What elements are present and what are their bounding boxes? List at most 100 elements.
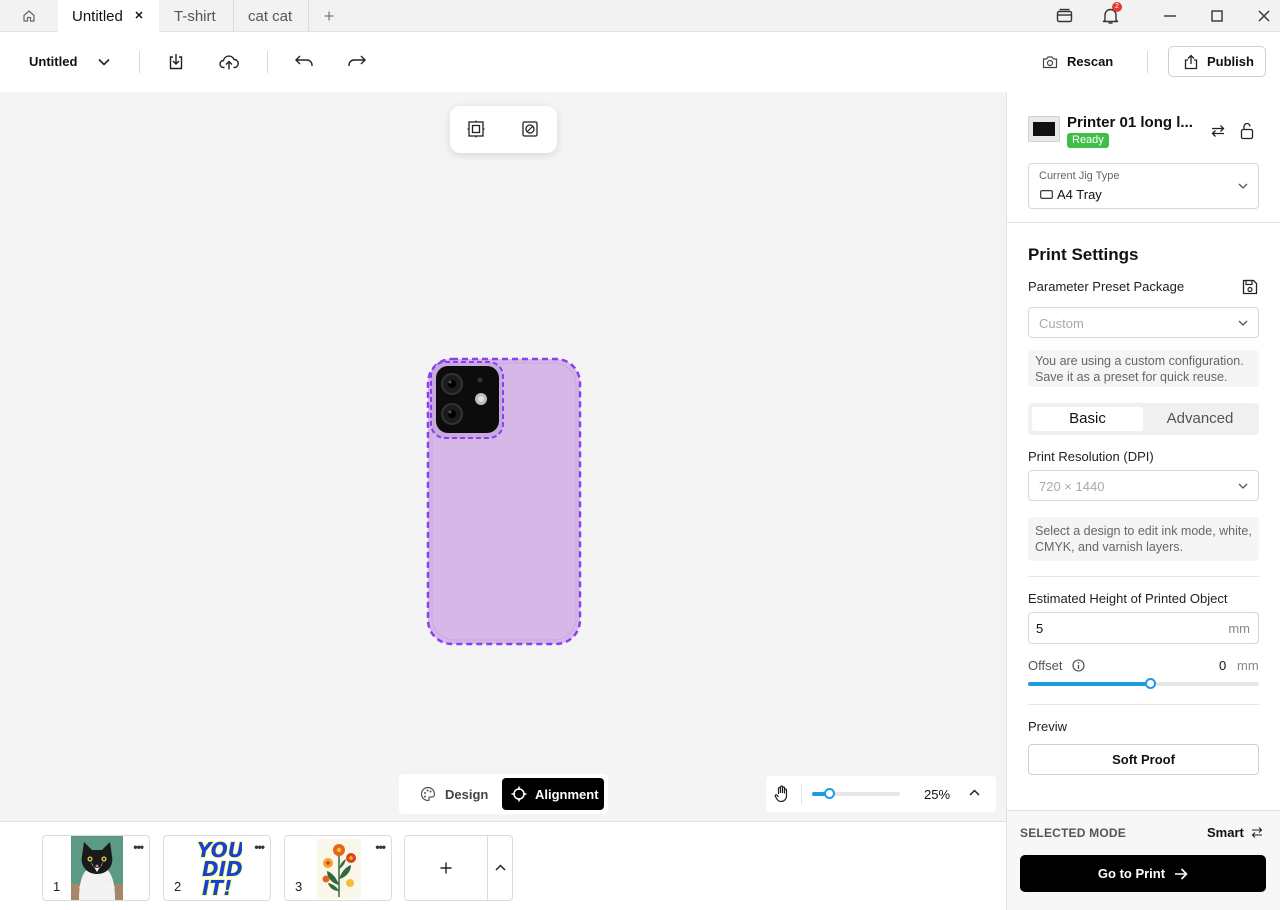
notification-button[interactable]: 2 <box>1102 2 1122 25</box>
svg-text:IT!: IT! <box>202 876 232 900</box>
share-icon <box>1184 54 1198 70</box>
cloud-upload-icon <box>219 54 239 70</box>
zoom-bar: 25% <box>766 776 996 812</box>
tab-basic[interactable]: Basic <box>1032 407 1143 431</box>
window-layout-icon[interactable] <box>1056 8 1073 24</box>
alignment-mode-button[interactable]: Alignment <box>502 778 604 810</box>
canvas-area[interactable]: Design Alignment 25% <box>0 92 1006 821</box>
phone-case-object[interactable] <box>426 357 582 646</box>
tab-divider <box>308 0 309 32</box>
toolbar-divider <box>267 51 268 73</box>
mode-selector[interactable]: Smart <box>1207 825 1263 840</box>
printer-thumbnail <box>1028 116 1060 142</box>
overlay-view-icon[interactable] <box>521 120 539 138</box>
preset-select[interactable]: Custom <box>1028 307 1259 338</box>
flower-illustration-image <box>317 839 361 899</box>
toolbar-divider <box>139 51 140 73</box>
preset-label: Parameter Preset Package <box>1028 279 1185 294</box>
download-icon <box>168 53 184 70</box>
selected-mode-value: Smart <box>1207 825 1244 840</box>
settings-tabs: Basic Advanced <box>1028 403 1259 435</box>
tab-bar: Untitled T-shirt cat cat 2 <box>0 0 1280 33</box>
resolution-select[interactable]: 720 × 1440 <box>1028 470 1259 501</box>
alignment-mode-label: Alignment <box>535 786 599 802</box>
minimize-button[interactable] <box>1164 15 1176 17</box>
project-name: Untitled <box>29 54 78 69</box>
minimize-icon <box>1164 15 1176 17</box>
hand-tool-icon[interactable] <box>774 785 790 803</box>
add-design-button[interactable] <box>440 862 452 874</box>
soft-proof-button[interactable]: Soft Proof <box>1028 744 1259 775</box>
new-tab-button[interactable] <box>318 0 340 32</box>
design-mode-button[interactable]: Design <box>420 786 488 802</box>
status-badge: Ready <box>1067 133 1109 148</box>
offset-slider[interactable] <box>1028 678 1259 689</box>
jig-type-label: Current Jig Type <box>1039 170 1120 182</box>
save-preset-icon[interactable] <box>1242 279 1258 295</box>
download-button[interactable] <box>168 53 184 70</box>
project-name-dropdown[interactable]: Untitled <box>29 54 110 69</box>
jig-type-select[interactable]: Current Jig Type A4 Tray <box>1028 163 1259 209</box>
tab-untitled[interactable]: Untitled <box>58 0 159 33</box>
info-icon[interactable] <box>1072 659 1085 672</box>
height-input[interactable]: 5 mm <box>1028 612 1259 644</box>
design-thumbnail-2[interactable]: YOU DID IT! ••• 2 <box>163 835 271 901</box>
zoom-value: 25% <box>924 787 951 802</box>
window-close-button[interactable] <box>1258 10 1270 22</box>
design-thumbnail-1[interactable]: ••• 1 <box>42 835 150 901</box>
preview-label: Previw <box>1028 719 1068 734</box>
more-icon[interactable]: ••• <box>254 840 265 854</box>
zoom-slider[interactable] <box>812 788 900 799</box>
ink-note: Select a design to edit ink mode, white,… <box>1028 517 1259 561</box>
selected-mode-label: SELECTED MODE <box>1020 826 1126 840</box>
close-icon[interactable] <box>133 9 145 21</box>
print-footer: SELECTED MODE Smart Go to Print <box>1007 810 1280 910</box>
you-did-it-image: YOU DID IT! <box>194 838 242 900</box>
zoom-slider-knob[interactable] <box>824 788 836 799</box>
rescan-button[interactable]: Rescan <box>1042 54 1113 69</box>
redo-icon <box>348 55 366 67</box>
preset-note: You are using a custom configuration. Sa… <box>1028 350 1259 387</box>
fit-frame-icon[interactable] <box>467 120 485 138</box>
jig-type-value: A4 Tray <box>1057 187 1102 202</box>
notification-badge: 2 <box>1112 2 1122 12</box>
more-icon[interactable]: ••• <box>375 840 386 854</box>
chevron-up-icon <box>495 864 506 871</box>
offset-unit: mm <box>1237 658 1259 673</box>
maximize-button[interactable] <box>1211 10 1223 22</box>
home-icon <box>22 9 36 23</box>
publish-button[interactable]: Publish <box>1168 46 1266 77</box>
publish-label: Publish <box>1207 54 1254 69</box>
plus-icon <box>440 862 452 874</box>
switch-printer-icon[interactable] <box>1211 125 1225 137</box>
more-icon[interactable]: ••• <box>133 840 144 854</box>
tab-cat-cat[interactable]: cat cat <box>234 0 308 32</box>
height-unit: mm <box>1228 621 1250 636</box>
redo-button[interactable] <box>348 55 366 67</box>
go-to-print-button[interactable]: Go to Print <box>1020 855 1266 892</box>
chevron-down-icon <box>98 58 110 66</box>
tab-advanced[interactable]: Advanced <box>1145 407 1255 431</box>
design-thumbnail-3[interactable]: ••• 3 <box>284 835 392 901</box>
section-divider <box>1028 576 1259 577</box>
cloud-upload-button[interactable] <box>219 54 239 70</box>
home-tab[interactable] <box>0 0 58 32</box>
design-number: 3 <box>295 879 303 894</box>
add-design-group <box>404 835 513 901</box>
cat-photo-image <box>71 836 123 900</box>
height-value: 5 <box>1036 621 1044 636</box>
section-divider <box>1028 704 1259 705</box>
close-icon <box>1258 10 1270 22</box>
tab-tshirt[interactable]: T-shirt <box>159 0 233 32</box>
chevron-up-icon[interactable] <box>969 789 980 796</box>
height-label: Estimated Height of Printed Object <box>1028 591 1228 606</box>
chevron-down-icon <box>1238 183 1248 189</box>
zoom-divider <box>801 784 802 804</box>
go-to-print-label: Go to Print <box>1097 866 1166 881</box>
expand-strip-button[interactable] <box>495 864 506 871</box>
resolution-placeholder: 720 × 1440 <box>1039 479 1105 494</box>
offset-label: Offset <box>1028 658 1063 673</box>
unlock-icon[interactable] <box>1240 122 1254 140</box>
offset-slider-knob[interactable] <box>1144 678 1156 689</box>
undo-button[interactable] <box>295 55 313 67</box>
